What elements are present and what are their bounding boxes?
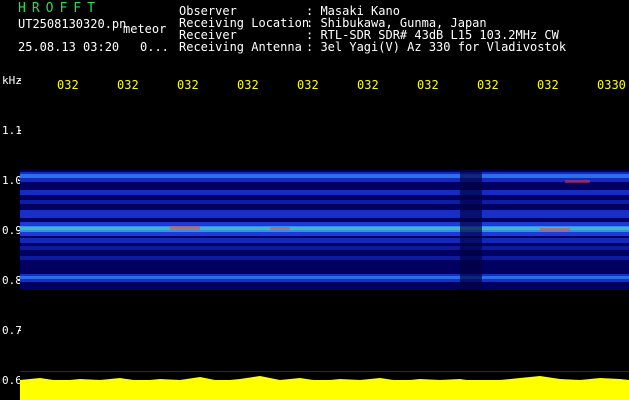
mode-label: meteor bbox=[123, 22, 167, 36]
x-tick: 032 bbox=[177, 78, 199, 92]
x-tick: 032 bbox=[477, 78, 499, 92]
app-title: HROFFT bbox=[18, 1, 101, 16]
x-tick: 032 bbox=[357, 78, 379, 92]
timestamp-value: 0... bbox=[140, 40, 169, 54]
waterfall-spectrogram bbox=[20, 170, 629, 290]
x-tick: 0330 bbox=[597, 78, 626, 92]
x-tick: 032 bbox=[117, 78, 139, 92]
x-tick: 032 bbox=[537, 78, 559, 92]
file-name: UT2508130320.pn bbox=[18, 17, 127, 31]
y-gridmark bbox=[18, 130, 21, 131]
y-gridmark bbox=[18, 80, 21, 81]
y-gridmark bbox=[18, 330, 21, 331]
antenna-value: : 3el Yagi(V) Az 330 for Vladivostok bbox=[306, 40, 567, 54]
amplitude-strip bbox=[20, 370, 629, 400]
x-tick: 032 bbox=[297, 78, 319, 92]
y-tick: 0.6 bbox=[2, 374, 22, 387]
x-tick: 032 bbox=[417, 78, 439, 92]
antenna-label: Receiving Antenna bbox=[179, 40, 302, 54]
x-tick: 032 bbox=[57, 78, 79, 92]
x-tick: 032 bbox=[237, 78, 259, 92]
timestamp: 25.08.13 03:20 bbox=[18, 40, 120, 54]
